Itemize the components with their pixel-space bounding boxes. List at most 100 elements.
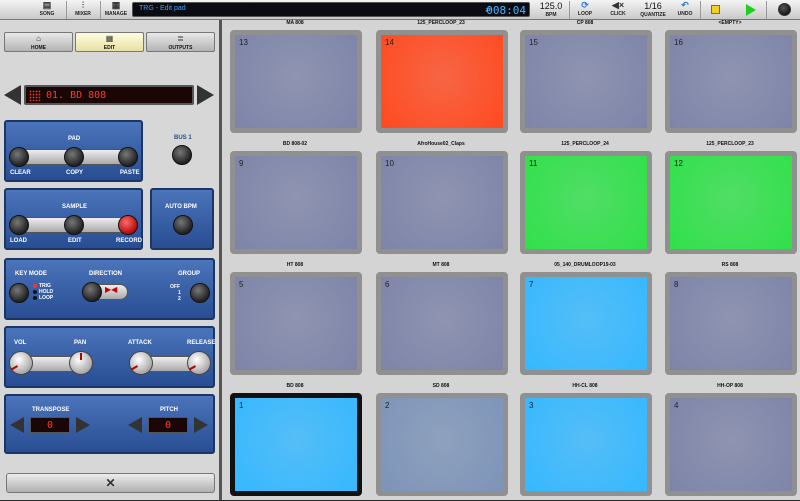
pad-actions-box: PAD CLEAR COPY PASTE xyxy=(4,120,143,182)
pitch-down-arrow-icon[interactable] xyxy=(128,417,142,433)
click-button[interactable]: ◀× CLICK xyxy=(601,0,635,20)
edit-sample-label: EDIT xyxy=(68,238,82,244)
pad-2[interactable]: 2 xyxy=(376,393,508,496)
bus-button[interactable] xyxy=(172,145,192,165)
pad-name-label: HH-CL 808 xyxy=(572,383,598,389)
pad-6[interactable]: 6 xyxy=(376,272,508,375)
pad-15[interactable]: 15 xyxy=(520,30,652,133)
pad-number: 15 xyxy=(529,38,538,47)
pad-4[interactable]: 4 xyxy=(665,393,797,496)
loop-icon: ⟳ xyxy=(581,0,589,10)
pad-grid: MA 808 13 125_PERCLOOP_23 14 CP 808 15 <EMPTY>… xyxy=(222,20,800,500)
pad-name-label: RS 808 xyxy=(721,262,739,268)
pan-dial-marker xyxy=(80,353,82,360)
play-icon[interactable] xyxy=(746,4,756,16)
pad-number: 12 xyxy=(674,159,683,168)
record-icon[interactable] xyxy=(778,3,791,16)
song-icon: ▤ xyxy=(42,0,52,10)
record-sample-button[interactable] xyxy=(118,215,138,235)
transpose-up-arrow-icon[interactable] xyxy=(76,417,90,433)
mixer-icon: ⫶ xyxy=(81,0,85,10)
manage-label: MANAGE xyxy=(104,11,128,17)
stop-icon[interactable] xyxy=(711,5,720,14)
pitch-up-arrow-icon[interactable] xyxy=(194,417,208,433)
pan-label: PAN xyxy=(74,340,87,346)
transpose-label: TRANSPOSE xyxy=(32,407,70,413)
pad-name-label: AfroHouse02_Claps xyxy=(417,141,465,147)
attack-dial-marker xyxy=(130,365,139,371)
mixer-button[interactable]: ⫶ MIXER xyxy=(66,0,100,20)
tab-outputs[interactable]: ≣ OUTPUTS xyxy=(146,32,215,52)
previous-pad-arrow-icon[interactable] xyxy=(4,85,21,105)
attack-dial[interactable] xyxy=(129,351,153,375)
next-pad-arrow-icon[interactable] xyxy=(197,85,214,105)
clear-label: CLEAR xyxy=(10,170,31,176)
pad-number: 13 xyxy=(239,38,248,47)
manage-button[interactable]: ▦ MANAGE xyxy=(100,0,132,20)
pad-cell-6: MT 808 6 xyxy=(372,262,510,380)
tab-home[interactable]: ⌂ HOME xyxy=(4,32,73,52)
pan-dial[interactable] xyxy=(69,351,93,375)
pad-name-label: 125_PERCLOOP_24 xyxy=(561,141,609,147)
load-button[interactable] xyxy=(9,215,29,235)
loop-button[interactable]: ⟳ LOOP xyxy=(569,0,601,20)
mixer-label: MIXER xyxy=(75,11,91,17)
toolbar-divider xyxy=(766,1,767,19)
pad-9[interactable]: 9 xyxy=(230,151,362,254)
pad-16[interactable]: 16 xyxy=(665,30,797,133)
pad-cell-8: RS 808 8 xyxy=(661,262,799,380)
edit-sample-button[interactable] xyxy=(64,215,84,235)
pad-3[interactable]: 3 xyxy=(520,393,652,496)
pad-14[interactable]: 14 xyxy=(376,30,508,133)
key-mode-switch[interactable] xyxy=(9,283,29,303)
auto-bpm-button[interactable] xyxy=(173,215,193,235)
toolbar-divider xyxy=(700,1,701,19)
status-title: TRG - Edit pad xyxy=(139,5,186,12)
envelope-box: VOL PAN ATTACK RELEASE xyxy=(4,326,215,388)
pad-cell-9: BD 808-02 9 xyxy=(226,141,364,259)
pad-name-label: CP 808 xyxy=(576,20,594,26)
loop-option: LOOP xyxy=(39,295,54,301)
pad-name-label: 05_140_DRUMLOOP19-03 xyxy=(554,262,616,268)
pad-name-label: 125_PERCLOOP_23 xyxy=(706,141,754,147)
hold-indicator xyxy=(33,290,37,294)
undo-button[interactable]: ↶ UNDO xyxy=(671,0,699,20)
pad-number: 1 xyxy=(239,401,244,410)
song-label: SONG xyxy=(39,11,55,17)
pitch-value: 0 xyxy=(148,417,188,433)
pad-cell-3: HH-CL 808 3 xyxy=(516,383,654,501)
bpm-label: BPM xyxy=(545,12,557,18)
direction-switch[interactable] xyxy=(82,282,102,302)
pad-1[interactable]: 1 xyxy=(230,393,362,496)
transpose-down-arrow-icon[interactable] xyxy=(10,417,24,433)
trig-indicator xyxy=(33,284,37,288)
pad-10[interactable]: 10 xyxy=(376,151,508,254)
load-label: LOAD xyxy=(10,238,27,244)
pad-8[interactable]: 8 xyxy=(665,272,797,375)
app-menu-button[interactable]: ✕ xyxy=(6,473,215,493)
pad-11[interactable]: 11 xyxy=(520,151,652,254)
release-dial[interactable] xyxy=(187,351,211,375)
pad-7[interactable]: 7 xyxy=(520,272,652,375)
edit-icon: ▦ xyxy=(105,34,114,43)
tab-edit[interactable]: ▦ EDIT xyxy=(75,32,144,52)
group-switch[interactable] xyxy=(190,283,210,303)
pad-selector-display[interactable]: 01. BD 808 xyxy=(24,85,194,105)
quantize-value: 1/16 xyxy=(644,1,662,11)
paste-button[interactable] xyxy=(118,147,138,167)
pad-12[interactable]: 12 xyxy=(665,151,797,254)
song-button[interactable]: ▤ SONG xyxy=(28,0,66,20)
pad-number: 9 xyxy=(239,159,244,168)
vol-dial[interactable] xyxy=(9,351,33,375)
edit-pad-panel: ⌂ HOME ▦ EDIT ≣ OUTPUTS 01. BD 808 PAD C… xyxy=(0,20,222,500)
clear-button[interactable] xyxy=(9,147,29,167)
direction-forward-icon: ▶◀ xyxy=(105,285,118,294)
quantize-control[interactable]: 1/16 QUANTIZE xyxy=(635,0,671,20)
pad-13[interactable]: 13 xyxy=(230,30,362,133)
copy-button[interactable] xyxy=(64,147,84,167)
release-label: RELEASE xyxy=(187,340,216,346)
pad-cell-2: SD 808 2 xyxy=(372,383,510,501)
pad-5[interactable]: 5 xyxy=(230,272,362,375)
pad-number: 5 xyxy=(239,280,244,289)
bpm-control[interactable]: 125.0 BPM xyxy=(533,0,569,20)
